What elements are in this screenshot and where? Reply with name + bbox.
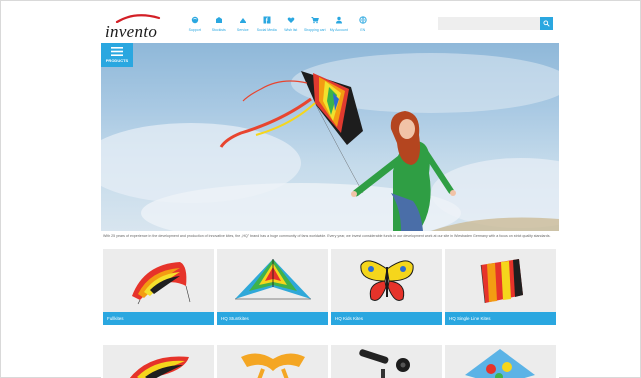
kite-frame-image — [241, 353, 305, 378]
logo-text: invento — [105, 22, 158, 41]
nav-label: Shopping cart — [303, 28, 326, 32]
nav-item-social-media[interactable]: Social Media — [255, 15, 279, 32]
product-tile-row2-4[interactable] — [445, 345, 556, 378]
nav-label: My Account — [329, 28, 348, 32]
product-tile-kids-kites[interactable]: HQ Kids Kites — [331, 249, 442, 325]
product-tile-row2-1[interactable] — [103, 345, 214, 378]
kids-kite-image — [465, 349, 535, 378]
nav-item-stockists[interactable]: Stockists — [207, 15, 231, 32]
box-kite-image — [480, 258, 523, 303]
tile-image — [445, 249, 556, 312]
heart-icon — [286, 15, 295, 24]
nav-item-language[interactable]: EN — [351, 15, 375, 32]
service-icon — [238, 15, 247, 24]
nav-label: Social Media — [256, 28, 277, 32]
nav-label: EN — [360, 28, 366, 32]
foil-kite-image — [129, 356, 189, 378]
butterfly-kite-image — [359, 259, 414, 301]
search-button[interactable] — [540, 17, 553, 30]
header: invento Support Stockists Service Social… — [101, 11, 559, 43]
nav-label: Stockists — [211, 28, 226, 32]
browser-frame: invento Support Stockists Service Social… — [0, 0, 641, 378]
product-tile-fullkites[interactable]: Fullkites — [103, 249, 214, 325]
facebook-icon — [262, 15, 271, 24]
support-icon — [190, 15, 199, 24]
stunt-kite-image — [234, 258, 311, 299]
nav-item-wish-list[interactable]: Wish list — [279, 15, 303, 32]
products-label: PRODUCTS — [105, 58, 129, 63]
hero-banner: PRODUCTS — [101, 43, 559, 231]
product-tile-single-line-kites[interactable]: HQ Single Line Kites — [445, 249, 556, 325]
hero-photo — [101, 53, 559, 231]
stockists-icon — [214, 15, 223, 24]
nav-item-shopping-cart[interactable]: Shopping cart — [303, 15, 327, 32]
search-input[interactable] — [438, 17, 540, 30]
tile-image — [217, 249, 328, 312]
accessory-handles-image — [359, 349, 410, 378]
cart-icon — [310, 15, 319, 24]
top-nav: Support Stockists Service Social Media W… — [183, 15, 375, 32]
globe-icon — [358, 15, 367, 24]
tile-label: HQ Stuntkites — [217, 312, 328, 325]
nav-label: Support — [188, 28, 201, 32]
logo[interactable]: invento — [103, 13, 165, 41]
products-menu-button[interactable]: PRODUCTS — [101, 43, 133, 67]
tile-label: HQ Single Line Kites — [445, 312, 556, 325]
product-tile-row2-3[interactable] — [331, 345, 442, 378]
product-tile-stuntkites[interactable]: HQ Stuntkites — [217, 249, 328, 325]
intro-text: With 25 years of experience in the devel… — [103, 234, 551, 238]
nav-label: Service — [236, 28, 249, 32]
tile-image — [331, 249, 442, 312]
power-kite-image — [131, 261, 190, 304]
nav-item-support[interactable]: Support — [183, 15, 207, 32]
tile-label: HQ Kids Kites — [331, 312, 442, 325]
nav-label: Wish list — [284, 28, 298, 32]
nav-item-service[interactable]: Service — [231, 15, 255, 32]
hamburger-menu-icon — [111, 47, 123, 56]
user-icon — [334, 15, 343, 24]
tile-label: Fullkites — [103, 312, 214, 325]
search-icon — [543, 20, 550, 27]
nav-item-my-account[interactable]: My Account — [327, 15, 351, 32]
page: invento Support Stockists Service Social… — [101, 11, 559, 378]
tile-image — [103, 249, 214, 312]
product-tile-row2-2[interactable] — [217, 345, 328, 378]
